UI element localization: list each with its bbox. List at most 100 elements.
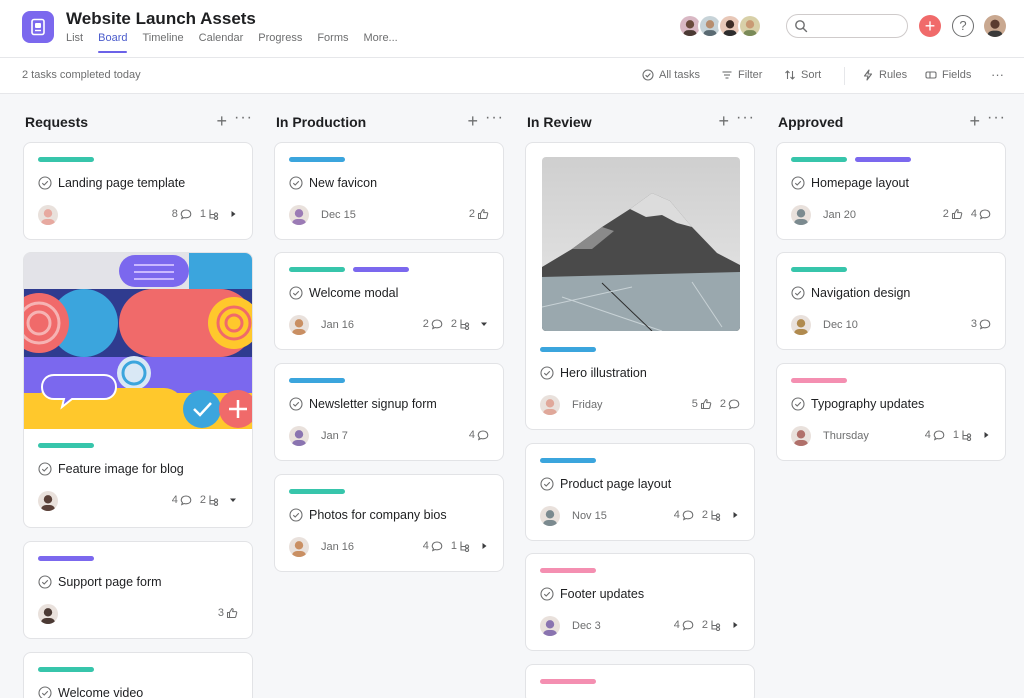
filter-button[interactable]: Filter <box>721 69 762 81</box>
assignee-avatar[interactable] <box>791 426 811 446</box>
subtask-count: 2 <box>199 494 206 506</box>
tab-timeline[interactable]: Timeline <box>142 32 183 53</box>
task-card[interactable]: Newsletter signup form Jan 7 4 <box>274 363 504 461</box>
complete-task-icon[interactable] <box>38 462 52 481</box>
subtask-icon <box>208 208 220 220</box>
column-more-button[interactable]: ··· <box>234 109 253 127</box>
subtask-count: 1 <box>450 540 457 552</box>
complete-task-icon[interactable] <box>289 397 303 416</box>
assignee-avatar[interactable] <box>289 315 309 335</box>
expand-right-icon[interactable] <box>228 209 238 219</box>
task-card[interactable]: Photos for company bios Jan 16 4 1 <box>274 474 504 572</box>
column-title[interactable]: In Production <box>276 114 366 130</box>
tab-list[interactable]: List <box>66 32 83 53</box>
assignee-avatar[interactable] <box>791 315 811 335</box>
tab-calendar[interactable]: Calendar <box>199 32 244 53</box>
add-task-button[interactable]: + <box>969 111 980 132</box>
tab-progress[interactable]: Progress <box>258 32 302 53</box>
tag-pill <box>38 667 94 672</box>
complete-task-icon[interactable] <box>791 397 805 416</box>
column-requests: Requests + ··· Landing page template 8 1 Fe… <box>23 94 255 698</box>
task-card[interactable]: Typography updates Thursday 4 1 <box>776 363 1006 461</box>
expand-down-icon[interactable] <box>228 495 238 505</box>
task-card[interactable]: Welcome video <box>23 652 253 698</box>
column-title[interactable]: Approved <box>778 114 843 130</box>
tag-pill <box>540 679 596 684</box>
task-name: Welcome modal <box>309 286 399 300</box>
assignee-avatar[interactable] <box>38 205 58 225</box>
tab-board[interactable]: Board <box>98 32 128 53</box>
assignee-avatar[interactable] <box>540 395 560 415</box>
assignee-avatar[interactable] <box>540 616 560 636</box>
column-more-button[interactable]: ··· <box>736 109 755 127</box>
complete-task-icon[interactable] <box>540 366 554 385</box>
complete-task-icon[interactable] <box>540 587 554 606</box>
project-members[interactable] <box>678 14 762 38</box>
complete-task-icon[interactable] <box>38 686 52 698</box>
rules-button[interactable]: Rules <box>862 69 907 81</box>
assignee-avatar[interactable] <box>791 205 811 225</box>
task-card[interactable]: Landing page template 8 1 <box>23 142 253 240</box>
assignee-avatar[interactable] <box>38 604 58 624</box>
task-card[interactable]: New favicon Dec 15 2 <box>274 142 504 240</box>
comment-icon <box>728 398 740 410</box>
all-tasks-button[interactable]: All tasks <box>642 69 700 81</box>
due-date: Friday <box>572 399 603 411</box>
complete-task-icon[interactable] <box>791 286 805 305</box>
column-approved: Approved + ··· Homepage layout Jan 20 2 4 Na… <box>776 94 1008 698</box>
task-card[interactable]: Hero illustration Friday 5 2 <box>525 142 755 430</box>
toolbar-more-button[interactable]: ··· <box>991 67 1004 82</box>
expand-right-icon[interactable] <box>730 510 740 520</box>
complete-task-icon[interactable] <box>791 176 805 195</box>
add-task-button[interactable]: + <box>718 111 729 132</box>
task-card[interactable]: Homepage layout Jan 20 2 4 <box>776 142 1006 240</box>
sort-button[interactable]: Sort <box>784 69 821 81</box>
project-icon[interactable] <box>22 11 54 43</box>
task-card[interactable]: Product page layout Nov 15 4 2 <box>525 443 755 541</box>
column-header: Requests + ··· <box>23 109 255 132</box>
complete-task-icon[interactable] <box>38 575 52 594</box>
assignee-avatar[interactable] <box>289 426 309 446</box>
fields-button[interactable]: Fields <box>925 69 971 81</box>
project-title[interactable]: Website Launch Assets <box>66 9 256 29</box>
assignee-avatar[interactable] <box>289 537 309 557</box>
task-card[interactable] <box>525 664 755 698</box>
help-button[interactable]: ? <box>952 15 974 37</box>
expand-right-icon[interactable] <box>730 620 740 630</box>
complete-task-icon[interactable] <box>38 176 52 195</box>
task-card[interactable]: Navigation design Dec 10 3 <box>776 252 1006 350</box>
column-more-button[interactable]: ··· <box>987 109 1006 127</box>
column-title[interactable]: In Review <box>527 114 592 130</box>
subtask-icon <box>459 540 471 552</box>
subtask-icon <box>961 429 973 441</box>
comment-icon <box>682 509 694 521</box>
tab-more[interactable]: More... <box>364 32 398 53</box>
column-title[interactable]: Requests <box>25 114 88 130</box>
search-input[interactable] <box>786 14 908 38</box>
like-icon <box>226 607 238 619</box>
tab-forms[interactable]: Forms <box>317 32 348 53</box>
task-card[interactable]: Support page form 3 <box>23 541 253 639</box>
assignee-avatar[interactable] <box>38 491 58 511</box>
complete-task-icon[interactable] <box>540 477 554 496</box>
add-task-button[interactable]: + <box>467 111 478 132</box>
quick-add-button[interactable]: + <box>919 15 941 37</box>
expand-right-icon[interactable] <box>479 541 489 551</box>
task-card[interactable]: Welcome modal Jan 16 2 2 <box>274 252 504 350</box>
add-task-button[interactable]: + <box>216 111 227 132</box>
complete-task-icon[interactable] <box>289 286 303 305</box>
task-card[interactable]: Footer updates Dec 342 <box>525 553 755 651</box>
user-avatar[interactable] <box>984 15 1006 37</box>
task-card[interactable]: Feature image for blog 4 2 <box>23 252 253 528</box>
assignee-avatar[interactable] <box>540 506 560 526</box>
assignee-avatar[interactable] <box>289 205 309 225</box>
complete-task-icon[interactable] <box>289 508 303 527</box>
tag-pill <box>791 267 847 272</box>
complete-task-icon[interactable] <box>289 176 303 195</box>
task-name: Welcome video <box>58 686 144 698</box>
fields-icon <box>925 71 937 79</box>
expand-right-icon[interactable] <box>981 430 991 440</box>
task-counts: 41 <box>919 429 991 441</box>
column-more-button[interactable]: ··· <box>485 109 504 127</box>
expand-down-icon[interactable] <box>479 319 489 329</box>
